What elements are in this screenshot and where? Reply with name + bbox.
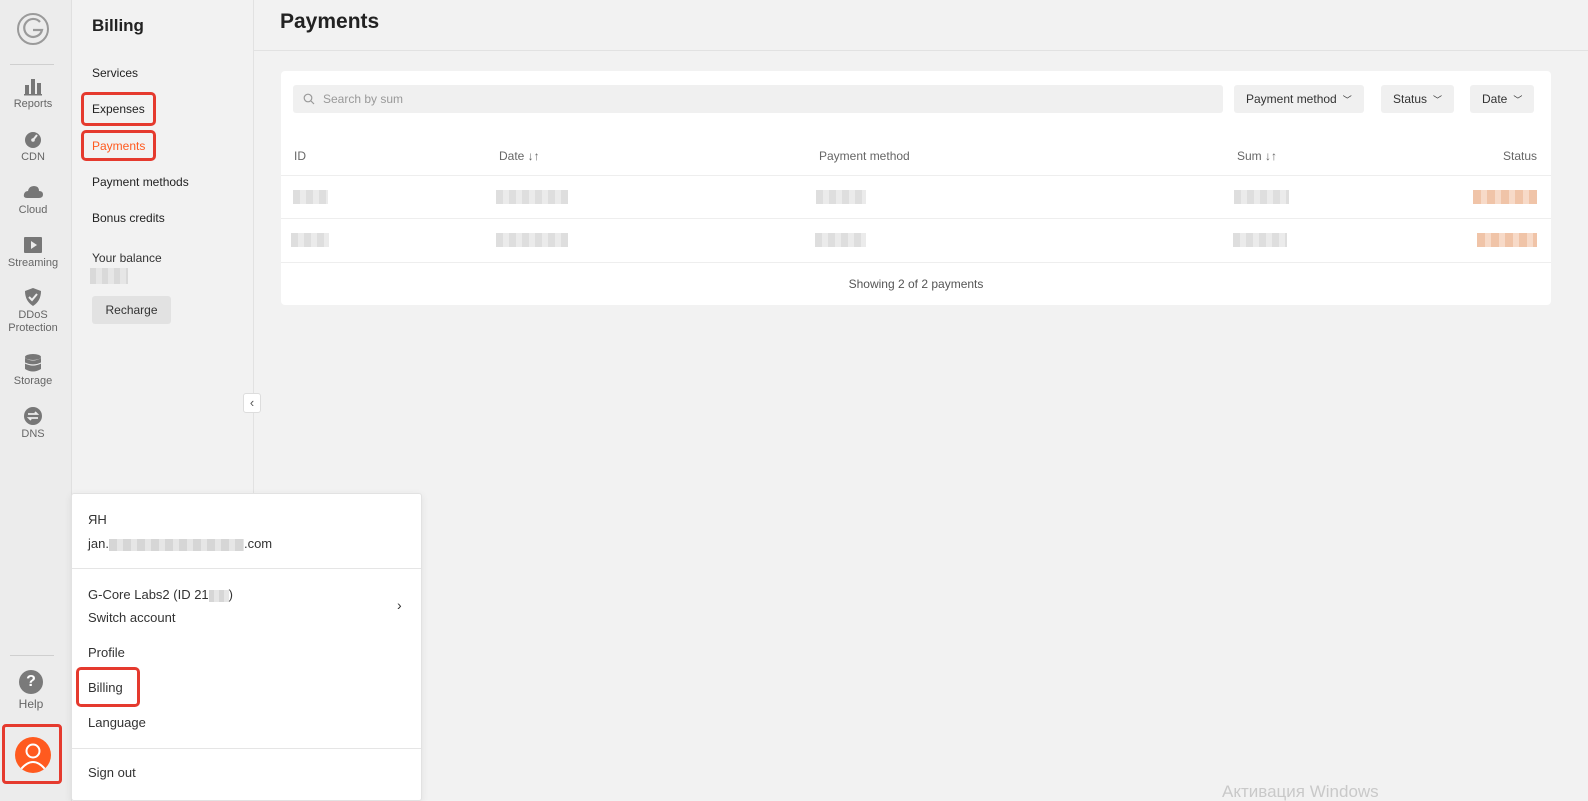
help-icon: ? <box>19 670 43 694</box>
payments-card: Payment method ﹀ Status ﹀ Date ﹀ ID Date ↓↑… <box>281 71 1551 305</box>
balance-value-redacted <box>90 268 128 284</box>
payment-method-filter[interactable]: Payment method ﹀ <box>1234 85 1364 113</box>
collapse-sidebar-button[interactable]: ‹ <box>243 393 261 413</box>
chevron-down-icon: ﹀ <box>1513 95 1523 105</box>
sidebar-item-services[interactable]: Services <box>92 66 138 80</box>
email-redacted <box>108 538 244 551</box>
account-name[interactable]: G-Core Labs2 (ID 21) <box>88 587 233 602</box>
status-filter[interactable]: Status ﹀ <box>1381 85 1455 113</box>
menu-divider <box>72 748 421 749</box>
rail-divider-bottom <box>10 655 54 656</box>
search-box[interactable] <box>293 85 1223 113</box>
rail-item-help[interactable]: ? Help <box>0 670 62 711</box>
menu-item-billing[interactable]: Billing <box>88 680 123 695</box>
rail-item-streaming[interactable]: Streaming <box>0 235 66 270</box>
sidebar-item-expenses[interactable]: Expenses <box>92 102 145 116</box>
rail-item-storage[interactable]: Storage <box>0 353 66 388</box>
status-badge-redacted <box>1473 190 1537 204</box>
rail-label: DDoS Protection <box>8 309 58 334</box>
column-header-id[interactable]: ID <box>294 149 306 163</box>
cell-id-redacted <box>291 233 329 247</box>
cell-id-redacted <box>293 190 328 204</box>
table-divider <box>281 218 1551 219</box>
cell-method-redacted <box>816 190 866 204</box>
date-filter[interactable]: Date ﹀ <box>1470 85 1535 113</box>
pagination-summary: Showing 2 of 2 payments <box>848 277 984 291</box>
recharge-button[interactable]: Recharge <box>92 296 171 324</box>
user-dropdown-menu: ЯН jan. .com G-Core Labs2 (ID 21) Switch … <box>71 493 422 801</box>
rail-item-ddos[interactable]: DDoS Protection <box>0 287 66 335</box>
rail-item-cdn[interactable]: CDN <box>0 129 66 164</box>
rail-label: Help <box>18 697 44 711</box>
search-icon <box>303 93 315 105</box>
account-id-redacted <box>208 589 229 602</box>
user-email: jan. .com <box>88 536 272 551</box>
menu-item-sign-out[interactable]: Sign out <box>88 765 136 780</box>
cell-date-redacted <box>496 190 568 204</box>
sidebar-item-bonus-credits[interactable]: Bonus credits <box>92 211 165 225</box>
filter-label: Status <box>1393 92 1428 106</box>
switch-account-item[interactable]: Switch account <box>88 610 175 625</box>
chevron-down-icon: ﹀ <box>1342 95 1352 105</box>
account-label: G-Core Labs2 (ID 21 <box>88 587 209 602</box>
rail-label: Streaming <box>7 257 59 269</box>
rail-label: DNS <box>21 428 45 440</box>
status-badge-redacted <box>1477 233 1537 247</box>
rail-item-reports[interactable]: Reports <box>0 76 66 111</box>
column-header-sum[interactable]: Sum ↓↑ <box>1237 149 1277 163</box>
rail-divider-top <box>10 64 54 65</box>
menu-item-language[interactable]: Language <box>88 715 146 730</box>
column-header-status[interactable]: Status <box>1503 149 1537 163</box>
rail-label: CDN <box>21 151 45 163</box>
play-icon <box>24 237 42 253</box>
cell-date-redacted <box>496 233 568 247</box>
column-header-payment-method[interactable]: Payment method <box>819 149 910 163</box>
rail-label: Reports <box>13 98 53 110</box>
sidebar-item-payment-methods[interactable]: Payment methods <box>92 175 189 189</box>
filter-label: Payment method <box>1246 92 1337 106</box>
rail-label: Cloud <box>18 204 48 216</box>
windows-activation-watermark: Активация Windows <box>1222 782 1379 801</box>
balance-label: Your balance <box>92 251 162 265</box>
chevron-down-icon: ﹀ <box>1433 95 1443 105</box>
menu-divider <box>72 568 421 569</box>
email-prefix: jan. <box>88 536 109 551</box>
column-header-date[interactable]: Date ↓↑ <box>499 149 540 163</box>
table-divider <box>281 262 1551 263</box>
sidebar-title: Billing <box>92 16 144 35</box>
exchange-icon <box>24 407 42 425</box>
cloud-icon <box>23 186 43 198</box>
search-input[interactable] <box>323 85 1213 113</box>
cell-method-redacted <box>815 233 866 247</box>
rail-item-cloud[interactable]: Cloud <box>0 182 66 217</box>
icon-rail: Reports CDN Cloud Streaming DDoS Protect… <box>0 0 72 801</box>
cell-sum-redacted <box>1234 190 1289 204</box>
menu-item-profile[interactable]: Profile <box>88 645 125 660</box>
cell-sum-redacted <box>1233 233 1287 247</box>
table-divider <box>281 175 1551 176</box>
header-divider <box>254 50 1588 51</box>
gcore-logo[interactable] <box>16 12 50 46</box>
rail-label: Storage <box>13 375 53 387</box>
bar-chart-icon <box>24 79 42 96</box>
database-icon <box>24 354 42 372</box>
email-suffix: .com <box>243 536 273 551</box>
filter-label: Date <box>1482 92 1508 106</box>
shield-check-icon <box>25 288 41 306</box>
account-label-close: ) <box>228 587 234 602</box>
user-avatar-icon <box>15 737 51 773</box>
user-initials: ЯН <box>88 512 107 527</box>
sidebar-item-payments[interactable]: Payments <box>92 139 145 153</box>
page-title: Payments <box>280 10 380 33</box>
speedometer-icon <box>25 132 41 148</box>
chevron-right-icon[interactable]: › <box>397 597 402 613</box>
user-avatar-button[interactable] <box>2 724 62 784</box>
rail-item-dns[interactable]: DNS <box>0 406 66 441</box>
